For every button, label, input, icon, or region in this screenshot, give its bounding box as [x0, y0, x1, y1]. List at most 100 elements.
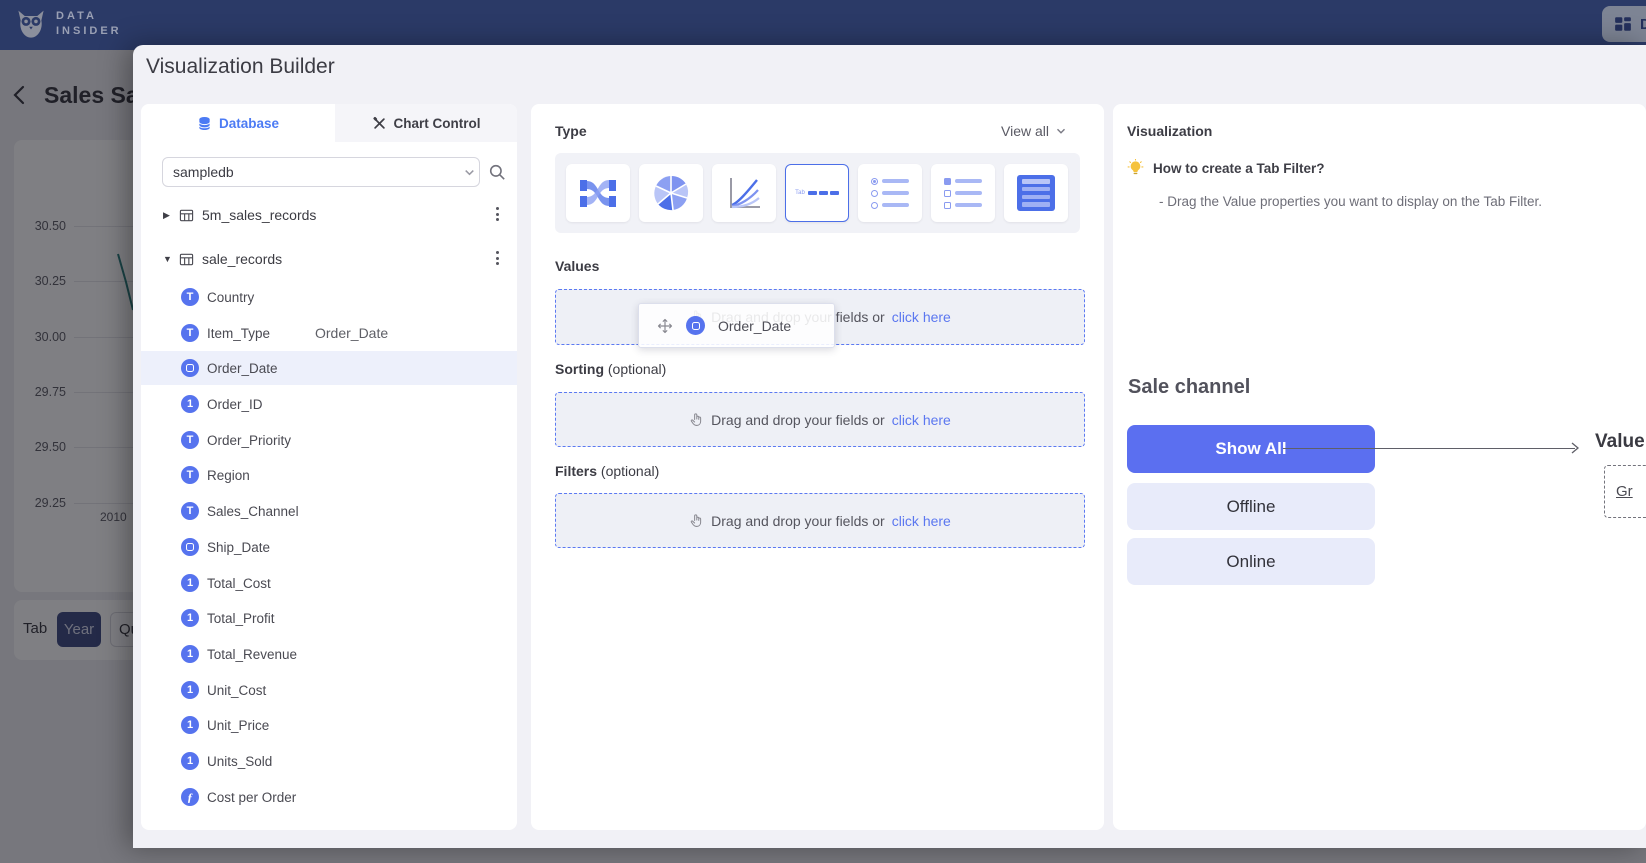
drag-source-ghost-label: Order_Date	[315, 325, 388, 341]
owl-logo-icon	[13, 7, 49, 43]
chart-type-tab-filter[interactable]: Tab	[785, 164, 849, 222]
lightbulb-icon	[1127, 159, 1144, 177]
number-type-icon: 1	[181, 609, 199, 627]
field-row-cost-per-order[interactable]: ƒ Cost per Order	[141, 780, 517, 814]
field-name: Total_Cost	[207, 576, 271, 591]
field-row-total-profit[interactable]: 1 Total_Profit	[141, 601, 517, 635]
field-name: Country	[207, 290, 254, 305]
field-row-unit-price[interactable]: 1 Unit_Price	[141, 708, 517, 742]
dashboard-icon	[1614, 15, 1632, 33]
table-icon	[179, 252, 194, 267]
table-row-5m-sales-records[interactable]: ▶ 5m_sales_records	[141, 198, 517, 232]
chart-type-table[interactable]	[1004, 164, 1068, 222]
date-type-icon	[181, 359, 199, 377]
date-type-icon	[181, 538, 199, 556]
field-name: Order_ID	[207, 397, 263, 412]
dragging-field-card[interactable]: Order_Date	[638, 303, 835, 348]
kebab-menu-icon[interactable]	[496, 251, 499, 265]
chart-type-line[interactable]	[712, 164, 776, 222]
table-icon	[179, 208, 194, 223]
tip-title: How to create a Tab Filter?	[1153, 161, 1325, 176]
field-name: Order_Priority	[207, 433, 291, 448]
drop-hint-link[interactable]: click here	[892, 412, 951, 428]
text-type-icon: T	[181, 502, 199, 520]
panel-tabbar: Database Chart Control	[141, 104, 517, 142]
annotation-group-label[interactable]: Gr	[1616, 483, 1633, 500]
chevron-down-icon	[1055, 125, 1067, 137]
type-section-label: Type	[555, 123, 587, 139]
field-row-country[interactable]: T Country	[141, 280, 517, 314]
field-row-total-revenue[interactable]: 1Total_Revenue	[141, 637, 517, 671]
hand-drag-icon	[689, 412, 704, 428]
view-all-dropdown[interactable]: View all	[1001, 123, 1067, 139]
tab-filter-icon: Tab	[795, 190, 839, 196]
preview-button-offline[interactable]: Offline	[1127, 483, 1375, 530]
table-row-sale-records[interactable]: ▼ sale_records	[141, 242, 517, 276]
drop-hint-link[interactable]: click here	[892, 309, 951, 325]
tip-body: - Drag the Value properties you want to …	[1159, 194, 1542, 209]
field-name: Order_Date	[207, 361, 278, 376]
filters-dropzone[interactable]: Drag and drop your fields or click here	[555, 493, 1085, 548]
tab-database-label: Database	[219, 116, 279, 131]
table-name: sale_records	[202, 251, 282, 267]
text-type-icon: T	[181, 324, 199, 342]
field-name: Sales_Channel	[207, 504, 299, 519]
tab-chart-control[interactable]: Chart Control	[335, 104, 517, 142]
field-name: Cost per Order	[207, 790, 296, 805]
drop-hint-link[interactable]: click here	[892, 513, 951, 529]
view-all-label: View all	[1001, 123, 1049, 139]
field-row-total-cost[interactable]: 1 Total_Cost	[141, 566, 517, 600]
dashboard-button[interactable]: D	[1602, 6, 1646, 42]
sorting-section-label: Sorting (optional)	[555, 361, 666, 377]
chart-type-sankey[interactable]	[566, 164, 630, 222]
preview-title: Sale channel	[1128, 376, 1250, 399]
search-icon[interactable]	[488, 163, 506, 181]
field-row-order-date[interactable]: Order_Date	[141, 351, 517, 385]
table-chart-icon	[1017, 175, 1055, 211]
chevron-down-icon[interactable]	[463, 166, 476, 179]
filters-section-label: Filters (optional)	[555, 463, 659, 479]
database-select-input[interactable]	[162, 157, 480, 187]
drop-hint-text: Drag and drop your fields or	[711, 513, 885, 529]
number-type-icon: 1	[181, 395, 199, 413]
field-name: Unit_Price	[207, 718, 269, 733]
preview-button-online[interactable]: Online	[1127, 538, 1375, 585]
caret-right-icon[interactable]: ▶	[163, 210, 173, 221]
field-name: Total_Profit	[207, 611, 275, 626]
visualization-title: Visualization	[1127, 123, 1212, 139]
field-row-order-id[interactable]: 1 Order_ID	[141, 387, 517, 421]
preview-button-show-all[interactable]: Show All	[1127, 425, 1375, 473]
radio-list-icon	[871, 178, 909, 209]
database-panel: Database Chart Control ▶ 5m_sales_record…	[141, 104, 517, 830]
tab-chart-control-label: Chart Control	[394, 116, 481, 131]
number-type-icon: 1	[181, 681, 199, 699]
visualization-panel: Visualization How to create a Tab Filter…	[1113, 104, 1646, 830]
function-type-icon: ƒ	[181, 788, 199, 806]
text-type-icon: T	[181, 431, 199, 449]
number-type-icon: 1	[181, 716, 199, 734]
number-type-icon: 1	[181, 574, 199, 592]
field-row-unit-cost[interactable]: 1 Unit_Cost	[141, 673, 517, 707]
text-type-icon: T	[181, 466, 199, 484]
chart-config-panel: Type View all	[531, 104, 1104, 830]
dragging-field-name: Order_Date	[718, 318, 791, 334]
text-type-icon: T	[181, 288, 199, 306]
field-row-order-priority[interactable]: T Order_Priority	[141, 423, 517, 457]
annotation-value-label: Value	[1595, 431, 1645, 453]
drop-hint: Drag and drop your fields or click here	[689, 412, 951, 428]
field-row-units-sold[interactable]: 1Units_Sold	[141, 744, 517, 778]
chart-type-checkbox-list[interactable]	[931, 164, 995, 222]
move-icon	[657, 318, 673, 334]
field-row-region[interactable]: TRegion	[141, 458, 517, 492]
chart-type-radio-list[interactable]	[858, 164, 922, 222]
field-name: Unit_Cost	[207, 683, 266, 698]
tab-database[interactable]: Database	[141, 104, 335, 142]
chart-type-pie[interactable]	[639, 164, 703, 222]
field-row-ship-date[interactable]: Ship_Date	[141, 530, 517, 564]
tools-icon	[372, 116, 387, 131]
caret-down-icon[interactable]: ▼	[163, 254, 173, 264]
kebab-menu-icon[interactable]	[496, 207, 499, 221]
sorting-dropzone[interactable]: Drag and drop your fields or click here	[555, 392, 1085, 447]
dashboard-button-label: D	[1640, 16, 1646, 33]
field-row-sales-channel[interactable]: T Sales_Channel	[141, 494, 517, 528]
